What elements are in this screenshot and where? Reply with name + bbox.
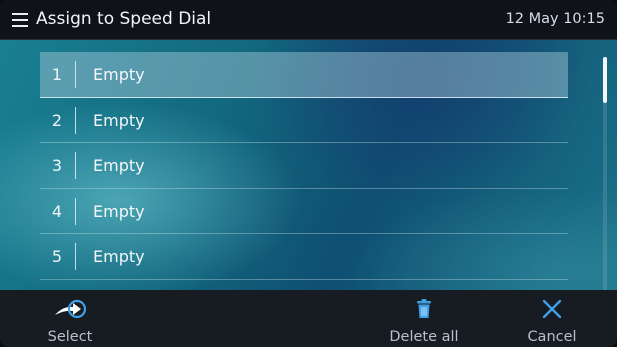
speed-dial-row-2[interactable]: 2 Empty — [40, 98, 568, 143]
speed-dial-number: 4 — [51, 201, 63, 221]
select-arrow-icon — [55, 299, 87, 319]
speed-dial-row-5[interactable]: 5 Empty — [40, 234, 568, 280]
title-bar: Assign to Speed Dial 12 May 10:15 — [0, 0, 617, 40]
row-divider — [75, 152, 76, 179]
cancel-softkey[interactable]: Cancel — [520, 290, 584, 347]
speed-dial-label: Empty — [93, 201, 145, 221]
select-label: Select — [47, 329, 93, 345]
speed-dial-row-4[interactable]: 4 Empty — [40, 189, 568, 234]
speed-dial-row-3[interactable]: 3 Empty — [40, 143, 568, 189]
speed-dial-label: Empty — [93, 156, 145, 175]
date-time: 12 May 10:15 — [505, 11, 605, 27]
delete-all-label: Delete all — [389, 329, 459, 345]
delete-all-softkey[interactable]: Delete all — [388, 290, 460, 347]
trash-icon — [417, 299, 431, 318]
speed-dial-number: 2 — [51, 110, 63, 130]
speed-dial-row-1[interactable]: 1 Empty — [40, 52, 568, 98]
row-divider — [75, 197, 76, 225]
page-title: Assign to Speed Dial — [36, 9, 212, 29]
menu-list-icon — [12, 13, 28, 27]
speed-dial-label: Empty — [93, 247, 145, 266]
select-softkey[interactable]: Select — [40, 290, 100, 347]
speed-dial-label: Empty — [93, 110, 145, 130]
content-area: 1 Empty 2 Empty 3 Empty 4 Empty 5 Empty — [0, 40, 617, 291]
softkey-bar: Select Delete all Cancel — [0, 290, 617, 347]
cancel-label: Cancel — [527, 329, 577, 345]
row-divider — [75, 106, 76, 134]
phone-screen: Assign to Speed Dial 12 May 10:15 1 Empt… — [0, 0, 617, 347]
speed-dial-number: 5 — [51, 247, 63, 266]
speed-dial-label: Empty — [93, 65, 145, 84]
speed-dial-number: 3 — [51, 156, 63, 175]
row-divider — [75, 243, 76, 270]
speed-dial-list: 1 Empty 2 Empty 3 Empty 4 Empty 5 Empty — [40, 52, 568, 280]
scrollbar[interactable] — [603, 57, 607, 291]
speed-dial-number: 1 — [51, 65, 63, 84]
row-divider — [75, 61, 76, 88]
close-icon — [542, 299, 562, 319]
scrollbar-thumb[interactable] — [603, 57, 607, 103]
